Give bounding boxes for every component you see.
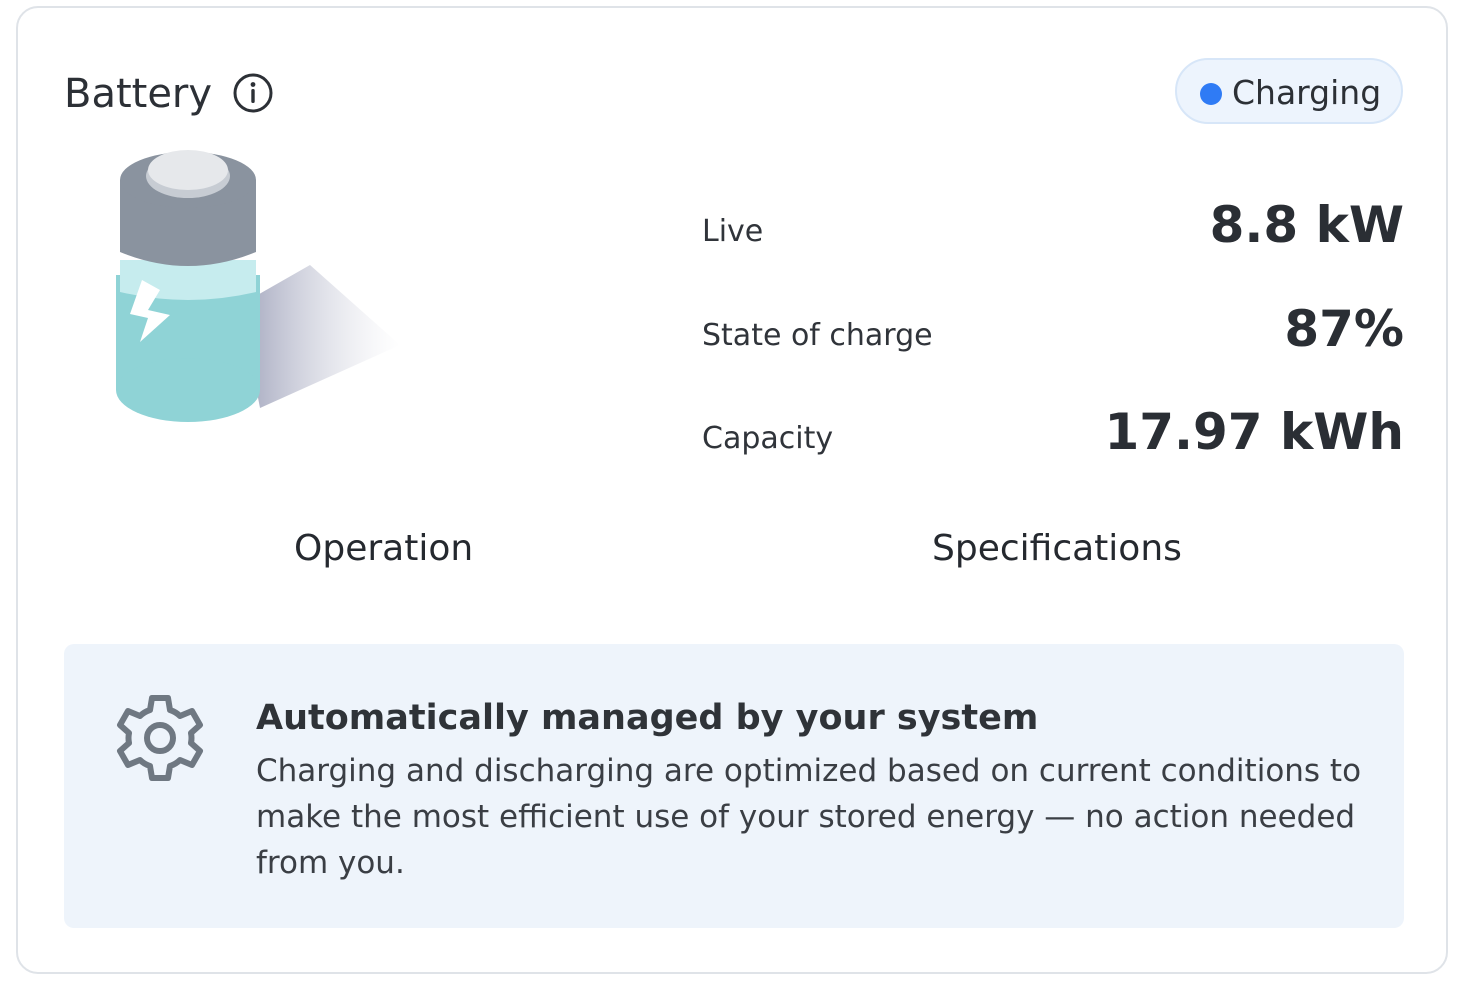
- info-icon[interactable]: [232, 72, 274, 114]
- notice-body: Charging and discharging are optimized b…: [256, 753, 1362, 881]
- tab-specifications[interactable]: Specifications: [932, 522, 1182, 576]
- card-title: Battery: [64, 71, 213, 117]
- status-dot-icon: [1200, 83, 1222, 105]
- stat-value-live: 8.8 kW: [1209, 196, 1404, 254]
- stat-label-state-of-charge: State of charge: [702, 318, 933, 353]
- stat-value-capacity: 17.97 kWh: [1104, 403, 1404, 461]
- battery-charging-icon: [116, 150, 400, 422]
- status-label: Charging: [1232, 73, 1382, 112]
- tab-operation[interactable]: Operation: [294, 522, 473, 576]
- stat-label-capacity: Capacity: [702, 421, 834, 456]
- gear-icon: [117, 695, 203, 781]
- stat-label-live: Live: [702, 214, 764, 249]
- notice-title: Automatically managed by your system: [256, 698, 1039, 738]
- stat-value-state-of-charge: 87%: [1284, 300, 1404, 358]
